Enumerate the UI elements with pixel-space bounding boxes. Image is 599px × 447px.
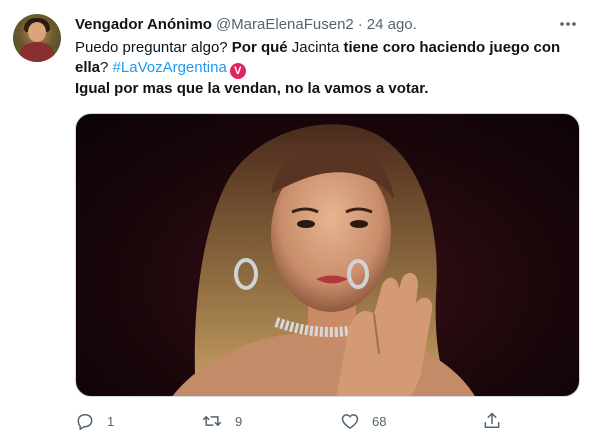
media-photo xyxy=(172,124,475,396)
hashtag-emoji-icon: V xyxy=(229,63,246,79)
text-part-5: ? xyxy=(100,59,113,76)
reply-button[interactable]: 1 xyxy=(75,408,114,434)
text-part-2: Por qué xyxy=(231,39,288,56)
retweet-count: 9 xyxy=(235,413,243,429)
share-icon xyxy=(484,412,500,428)
text-part-3: Jacinta xyxy=(287,39,344,56)
more-dots-icon xyxy=(560,22,576,26)
tweet-text-line-2: Igual por mas que la vendan, no la vamos… xyxy=(75,80,429,97)
tweet-date[interactable]: 24 ago. xyxy=(367,16,417,33)
share-button[interactable] xyxy=(482,408,502,434)
author-name[interactable]: Vengador Anónimo xyxy=(75,16,212,33)
reply-count: 1 xyxy=(107,413,115,429)
avatar[interactable] xyxy=(13,14,61,62)
retweet-button[interactable]: 9 xyxy=(201,408,242,434)
like-count: 68 xyxy=(372,413,387,429)
tweet-card[interactable]: Vengador Anónimo @MaraElenaFusen2 · 24 a… xyxy=(0,0,599,447)
tweet-actions: 1 9 68 xyxy=(75,408,580,434)
more-options-button[interactable] xyxy=(556,12,580,36)
retweet-icon xyxy=(202,416,222,426)
author-handle[interactable]: @MaraElenaFusen2 xyxy=(216,16,354,33)
text-part-1: Puedo preguntar algo? xyxy=(75,39,232,56)
tweet-media-image[interactable] xyxy=(75,113,580,397)
header-separator: · xyxy=(357,15,363,33)
heart-icon xyxy=(341,414,359,429)
tweet-text: Puedo preguntar algo? Por qué Jacinta ti… xyxy=(75,38,575,99)
hashtag-link[interactable]: #LaVozArgentina xyxy=(113,59,227,76)
like-button[interactable]: 68 xyxy=(340,408,386,434)
tweet-text-line-1: Puedo preguntar algo? Por qué Jacinta ti… xyxy=(75,38,575,79)
tweet-header: Vengador Anónimo @MaraElenaFusen2 · 24 a… xyxy=(75,13,417,35)
reply-icon xyxy=(77,414,93,430)
